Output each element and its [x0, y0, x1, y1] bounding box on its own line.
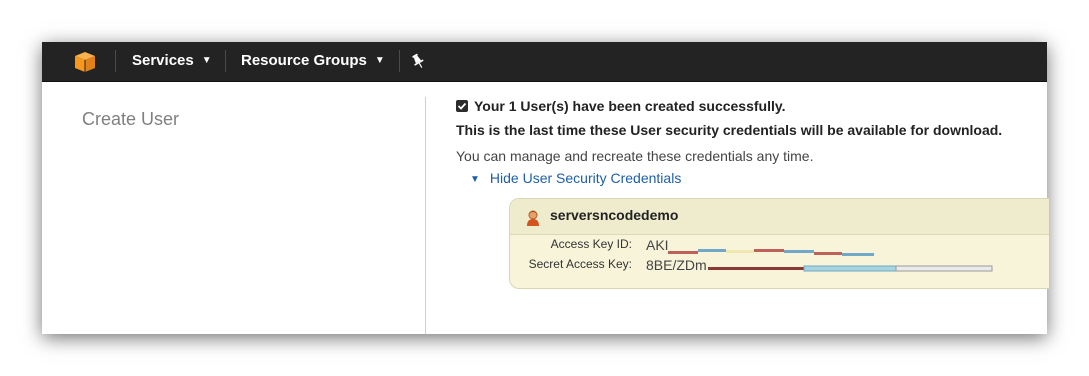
- checkmark-icon: [456, 100, 468, 112]
- resource-groups-label: Resource Groups: [241, 52, 367, 69]
- credentials-user-name: serversncodedemo: [550, 207, 679, 223]
- services-menu[interactable]: Services ▼: [132, 52, 212, 69]
- nav-divider: [115, 50, 116, 72]
- resource-groups-menu[interactable]: Resource Groups ▼: [241, 52, 385, 69]
- chevron-down-icon: ▼: [374, 55, 385, 66]
- triangle-down-icon: ▼: [470, 174, 480, 185]
- services-label: Services: [132, 52, 194, 69]
- success-message-row: Your 1 User(s) have been created success…: [456, 98, 786, 114]
- hide-credentials-link[interactable]: ▼ Hide User Security Credentials: [470, 170, 681, 186]
- access-key-redaction: [668, 243, 874, 256]
- access-key-label: Access Key ID:: [550, 237, 632, 251]
- secret-key-label: Secret Access Key:: [528, 257, 632, 271]
- user-icon: [527, 210, 539, 226]
- chevron-down-icon: ▼: [201, 55, 212, 66]
- manage-message: You can manage and recreate these creden…: [456, 148, 814, 164]
- credentials-header: serversncodedemo: [510, 199, 1049, 235]
- secret-key-redaction: [708, 262, 994, 272]
- page-title: Create User: [82, 109, 180, 129]
- vertical-divider: [425, 97, 426, 334]
- nav-divider: [225, 50, 226, 72]
- warning-message: This is the last time these User securit…: [456, 122, 1003, 138]
- browser-window: Services ▼ Resource Groups ▼ Create User Y…: [42, 42, 1047, 334]
- top-navigation-bar: Services ▼ Resource Groups ▼: [42, 42, 1047, 82]
- secret-key-value[interactable]: 8BE/ZDm: [646, 257, 707, 273]
- access-key-text: AKI: [646, 237, 669, 253]
- access-key-value[interactable]: AKI: [646, 237, 669, 253]
- success-message: Your 1 User(s) have been created success…: [474, 98, 786, 114]
- hide-credentials-label: Hide User Security Credentials: [489, 170, 682, 186]
- pin-icon[interactable]: [410, 53, 426, 69]
- aws-cube-icon[interactable]: [74, 51, 96, 73]
- secret-key-text: 8BE/ZDm: [646, 257, 707, 273]
- nav-divider: [399, 50, 400, 72]
- credentials-box: serversncodedemo Access Key ID: AKI Secr…: [509, 198, 1049, 289]
